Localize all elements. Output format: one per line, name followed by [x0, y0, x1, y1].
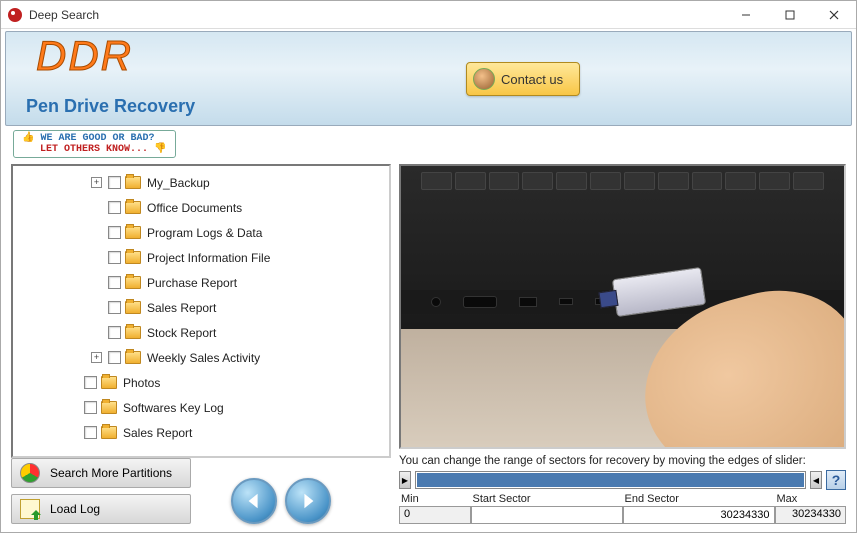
feedback-line2: LET OTHERS KNOW...	[40, 144, 148, 155]
slider-handle-left[interactable]: ▶	[399, 471, 411, 489]
tree-label: Purchase Report	[147, 276, 237, 290]
preview-image	[399, 164, 846, 449]
min-value: 0	[399, 506, 471, 524]
slider-track[interactable]	[415, 471, 806, 489]
tree-item[interactable]: + Weekly Sales Activity	[13, 345, 389, 370]
tree-checkbox[interactable]	[108, 326, 121, 339]
folder-icon	[125, 251, 141, 264]
max-label: Max	[775, 492, 847, 506]
tree-checkbox[interactable]	[108, 351, 121, 364]
main-area: + My_Backup Office Documents Program Logs &…	[1, 158, 856, 534]
tree-item[interactable]: Project Information File	[13, 245, 389, 270]
end-sector-label: End Sector	[623, 492, 775, 506]
tree-item[interactable]: Purchase Report	[13, 270, 389, 295]
product-subtitle: Pen Drive Recovery	[26, 96, 195, 117]
folder-icon	[101, 426, 117, 439]
load-log-label: Load Log	[50, 502, 100, 516]
logo: DDR	[36, 32, 133, 80]
tree-checkbox[interactable]	[108, 201, 121, 214]
tree-label: Stock Report	[147, 326, 216, 340]
maximize-button[interactable]	[768, 1, 812, 29]
right-column: You can change the range of sectors for …	[399, 164, 846, 524]
nav-prev-button[interactable]	[231, 478, 277, 524]
expand-toggle[interactable]: +	[91, 177, 102, 188]
window-title: Deep Search	[29, 8, 724, 22]
tree-checkbox[interactable]	[84, 426, 97, 439]
folder-icon	[125, 301, 141, 314]
folder-icon	[125, 201, 141, 214]
nav-next-button[interactable]	[285, 478, 331, 524]
tree-item[interactable]: Office Documents	[13, 195, 389, 220]
tree-checkbox[interactable]	[84, 376, 97, 389]
folder-icon	[101, 376, 117, 389]
tree-checkbox[interactable]	[84, 401, 97, 414]
tree-label: Sales Report	[147, 301, 216, 315]
avatar-icon	[473, 68, 495, 90]
tree-item[interactable]: Sales Report	[13, 420, 389, 445]
folder-icon	[125, 351, 141, 364]
sector-range-section: You can change the range of sectors for …	[399, 455, 846, 524]
partitions-icon	[20, 463, 40, 483]
tree-checkbox[interactable]	[108, 176, 121, 189]
tree-checkbox[interactable]	[108, 251, 121, 264]
search-more-label: Search More Partitions	[50, 466, 172, 480]
tree-label: Project Information File	[147, 251, 270, 265]
contact-us-button[interactable]: Contact us	[466, 62, 580, 96]
tree-label: Program Logs & Data	[147, 226, 262, 240]
start-sector-label: Start Sector	[471, 492, 623, 506]
folder-icon	[125, 276, 141, 289]
tree-label: Photos	[123, 376, 160, 390]
folder-icon	[101, 401, 117, 414]
tree-label: Weekly Sales Activity	[147, 351, 260, 365]
tree-checkbox[interactable]	[108, 276, 121, 289]
help-button[interactable]: ?	[826, 470, 846, 490]
app-icon	[7, 7, 23, 23]
tree-item[interactable]: Photos	[13, 370, 389, 395]
tree-item[interactable]: + My_Backup	[13, 170, 389, 195]
titlebar: Deep Search	[1, 1, 856, 29]
tree-item[interactable]: Sales Report	[13, 295, 389, 320]
folder-icon	[125, 326, 141, 339]
slider-handle-right[interactable]: ◀	[810, 471, 822, 489]
tree-item[interactable]: Stock Report	[13, 320, 389, 345]
start-sector-input[interactable]	[471, 506, 623, 524]
folder-icon	[125, 226, 141, 239]
tree-label: My_Backup	[147, 176, 210, 190]
expand-toggle[interactable]: +	[91, 352, 102, 363]
feedback-line1: WE ARE GOOD OR BAD?	[40, 133, 154, 144]
tree-item[interactable]: Program Logs & Data	[13, 220, 389, 245]
tree-label: Softwares Key Log	[123, 401, 224, 415]
folder-icon	[125, 176, 141, 189]
max-value: 30234330	[775, 506, 847, 524]
end-sector-input[interactable]	[623, 506, 775, 524]
folder-tree[interactable]: + My_Backup Office Documents Program Logs &…	[11, 164, 391, 458]
load-log-icon	[20, 499, 40, 519]
tree-item[interactable]: Softwares Key Log	[13, 395, 389, 420]
close-button[interactable]	[812, 1, 856, 29]
tree-label: Office Documents	[147, 201, 242, 215]
tree-checkbox[interactable]	[108, 301, 121, 314]
min-label: Min	[399, 492, 471, 506]
minimize-button[interactable]	[724, 1, 768, 29]
tree-checkbox[interactable]	[108, 226, 121, 239]
tree-label: Sales Report	[123, 426, 192, 440]
search-more-partitions-button[interactable]: Search More Partitions	[11, 458, 191, 488]
contact-us-label: Contact us	[501, 72, 563, 87]
left-column: + My_Backup Office Documents Program Logs &…	[11, 164, 391, 524]
header-band: DDR Pen Drive Recovery Contact us	[5, 31, 852, 126]
slider-caption: You can change the range of sectors for …	[399, 455, 846, 467]
load-log-button[interactable]: Load Log	[11, 494, 191, 524]
feedback-banner[interactable]: 👍 WE ARE GOOD OR BAD? LET OTHERS KNOW...…	[13, 130, 176, 158]
